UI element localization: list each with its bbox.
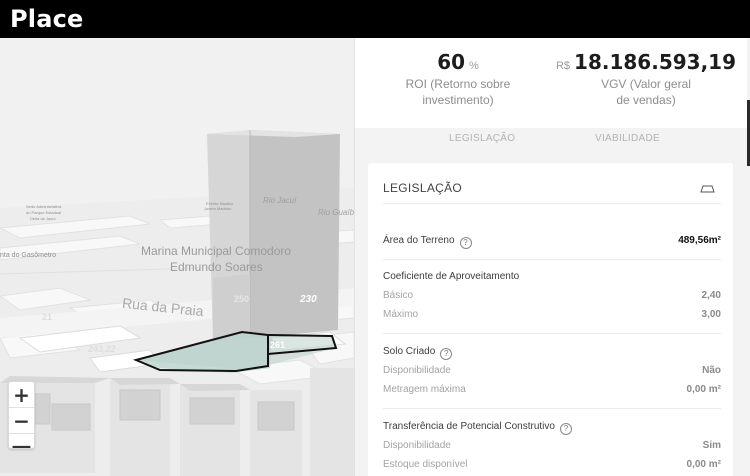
solo-disp-row: Disponibilidade Não — [383, 365, 721, 381]
coef-title-row: Coeficiente de Aproveitamento — [383, 271, 721, 287]
brand-logo[interactable]: Place — [10, 5, 84, 33]
vgv-value: 18.186.593,19 — [574, 50, 736, 74]
solo-metr-label: Metragem máxima — [383, 384, 466, 395]
divider — [383, 203, 721, 204]
maximo-value: 3,00 — [701, 309, 721, 320]
help-icon[interactable]: ? — [559, 423, 572, 435]
vgv-caption-line1: VGV (Valor geral — [601, 77, 691, 91]
solo-title-row: Solo Criado? — [383, 346, 721, 362]
basico-row: Básico 2,40 — [383, 290, 721, 306]
map-3d-view[interactable]: Marina Municipal Comodoro Edmundo Soares… — [0, 38, 354, 476]
vgv-currency: R$ — [555, 60, 571, 72]
divider — [383, 259, 721, 260]
panel-tabs: LEGISLAÇÃO VIABILIDADE — [355, 128, 747, 154]
transf-disp-value: Sim — [702, 440, 721, 451]
divider — [383, 333, 721, 334]
transf-est-row: Estoque disponível 0,00 m² — [383, 459, 721, 475]
map-label-evento2: Jovem Marinho — [204, 206, 232, 211]
map-label-delta: Delta do Jacuí — [30, 216, 56, 221]
maximo-row: Máximo 3,00 — [383, 309, 721, 325]
transf-disp-row: Disponibilidade Sim — [383, 440, 721, 456]
basico-value: 2,40 — [701, 290, 721, 301]
roi-caption-line2: investimento) — [422, 93, 494, 107]
basico-label: Básico — [383, 290, 414, 301]
kpi-header: 60 % ROI (Retorno sobre investimento) R$… — [355, 38, 747, 128]
transf-title: Transferência de Potencial Construtivo — [383, 421, 555, 432]
solo-disp-value: Não — [702, 365, 721, 376]
map-label-rio-jacui: Rio Jacuí — [263, 196, 297, 205]
vgv-kpi: R$ 18.186.593,19 VGV (Valor geral de ven… — [551, 50, 741, 108]
map-label-gasometro: nta do Gasômetro — [0, 252, 57, 259]
map-height-230: 230 — [300, 294, 317, 305]
compass-button[interactable]: — — [9, 434, 34, 448]
map-height-243: 243,22 — [88, 344, 116, 354]
map-label-sede: Sede Administrativa — [26, 204, 62, 209]
area-value: 489,56m² — [678, 235, 721, 246]
zoom-in-button[interactable]: + — [9, 382, 34, 408]
roi-value: 60 — [437, 50, 466, 74]
map-label-rio-guaiba: Rio Guaíb — [318, 208, 354, 217]
transf-est-label: Estoque disponível — [383, 459, 468, 470]
analysis-panel: 60 % ROI (Retorno sobre investimento) R$… — [354, 38, 750, 476]
roi-unit: % — [469, 60, 479, 72]
vgv-caption-line2: de vendas) — [616, 93, 676, 107]
maximo-label: Máximo — [383, 309, 419, 320]
coef-title: Coeficiente de Aproveitamento — [383, 271, 520, 282]
solo-metr-value: 0,00 m² — [686, 384, 721, 395]
divider — [383, 408, 721, 409]
collapse-icon[interactable] — [700, 185, 715, 193]
zoom-out-button[interactable]: − — [9, 408, 34, 434]
solo-title: Solo Criado — [383, 346, 436, 357]
map-label-edmundo: Edmundo Soares — [170, 260, 263, 274]
tab-viabilidade[interactable]: VIABILIDADE — [595, 133, 660, 144]
map-height-261: 261 — [270, 340, 286, 350]
map-label-marina: Marina Municipal Comodoro — [141, 244, 292, 258]
help-icon[interactable]: ? — [459, 237, 472, 249]
legislacao-card: LEGISLAÇÃO Área do Terreno? 489,56m² Coe… — [368, 163, 733, 476]
map-label-parque: do Parque Estadual — [26, 210, 62, 215]
solo-metr-row: Metragem máxima 0,00 m² — [383, 384, 721, 400]
solo-disp-label: Disponibilidade — [383, 365, 451, 376]
top-bar: Place — [0, 0, 750, 38]
roi-kpi: 60 % ROI (Retorno sobre investimento) — [383, 50, 533, 108]
transf-est-value: 0,00 m² — [686, 459, 721, 470]
help-icon[interactable]: ? — [440, 348, 453, 360]
map-height-21: 21 — [42, 312, 53, 322]
area-label: Área do Terreno — [383, 235, 455, 246]
card-title: LEGISLAÇÃO — [383, 181, 463, 195]
zoom-control: + − — — [8, 381, 35, 449]
tab-legislacao[interactable]: LEGISLAÇÃO — [449, 133, 515, 144]
transf-disp-label: Disponibilidade — [383, 440, 451, 451]
roi-caption-line1: ROI (Retorno sobre — [405, 77, 511, 91]
map-height-250: 250 — [234, 294, 250, 304]
area-row: Área do Terreno? 489,56m² — [383, 235, 721, 251]
transf-title-row: Transferência de Potencial Construtivo? — [383, 421, 721, 437]
